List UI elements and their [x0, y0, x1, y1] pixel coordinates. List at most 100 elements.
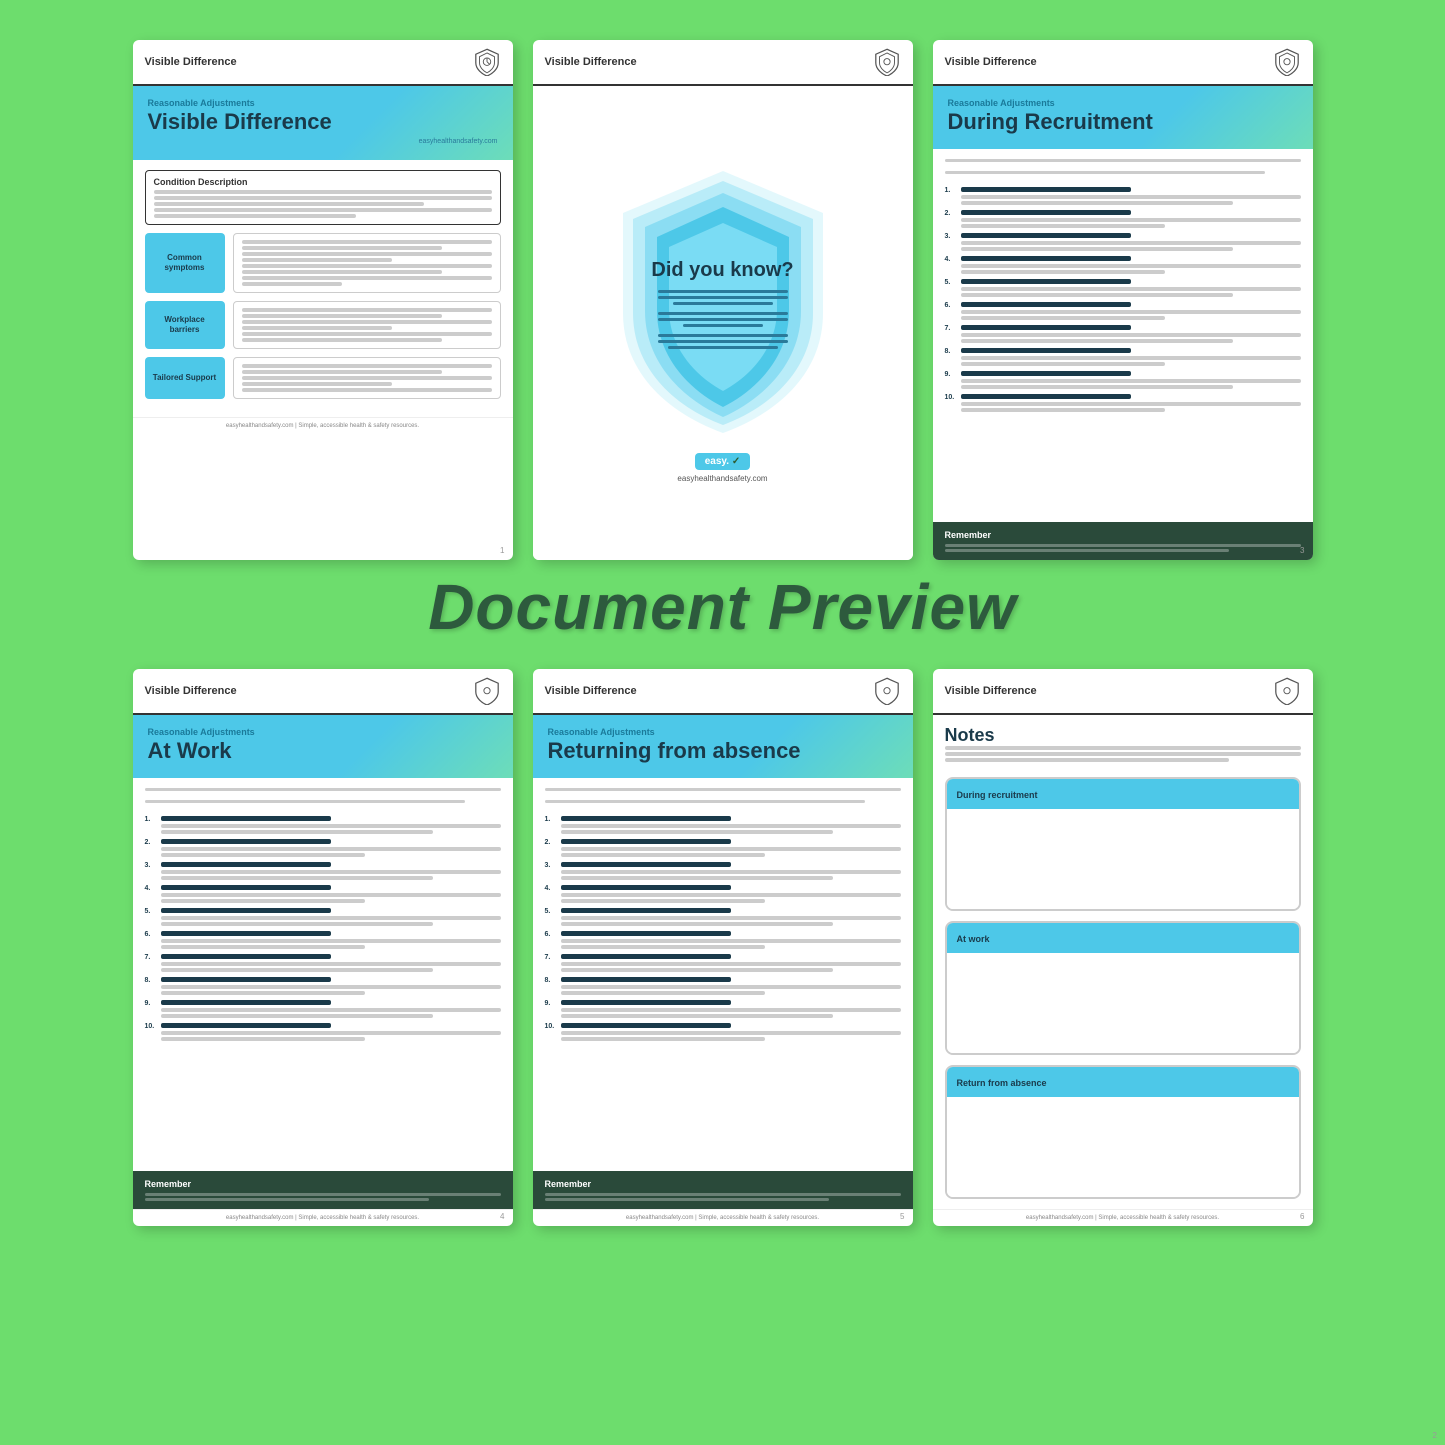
list-title — [161, 885, 331, 890]
list-title — [161, 1000, 331, 1005]
tailored-support-content — [233, 357, 501, 399]
line — [561, 985, 901, 989]
line — [961, 379, 1301, 383]
sub-line — [945, 752, 1301, 756]
page5-footer: easyhealthandsafety.com | Simple, access… — [533, 1209, 913, 1226]
line — [242, 252, 492, 256]
page-3-card[interactable]: Visible Difference Reasonable Adjustment… — [933, 40, 1313, 560]
list-title-5 — [961, 279, 1131, 284]
list-item: 1. — [145, 816, 501, 834]
line — [961, 195, 1301, 199]
page3-body: 1. 2. 3. — [933, 149, 1313, 522]
dyk-line — [683, 324, 763, 327]
page-6-card[interactable]: Visible Difference Notes During recruitm… — [933, 669, 1313, 1226]
list-num: 10. — [545, 1023, 557, 1030]
list-item-3: 3. — [945, 233, 1301, 251]
page1-hero-title: Visible Difference — [148, 110, 498, 134]
line — [161, 968, 433, 972]
dyk-line — [658, 340, 788, 343]
shield-icon-2 — [873, 48, 901, 76]
notes-box-header-return: Return from absence — [947, 1067, 1299, 1097]
line — [561, 1031, 901, 1035]
list-content-3 — [961, 233, 1301, 251]
list-num: 3. — [145, 862, 157, 869]
page3-remember-title: Remember — [945, 530, 1301, 540]
list-title — [561, 839, 731, 844]
page-5-card[interactable]: Visible Difference Reasonable Adjustment… — [533, 669, 913, 1226]
easy-badge: easy. ✓ — [695, 453, 750, 470]
page4-numbered-list: 1. 2. 3. — [145, 788, 501, 1041]
list-content-2 — [961, 210, 1301, 228]
easy-badge-text: easy. — [705, 456, 729, 467]
list-num: 9. — [145, 1000, 157, 1007]
page3-header-title: Visible Difference — [945, 56, 1037, 68]
page-1-card[interactable]: Visible Difference Reasonable Adjustment… — [133, 40, 513, 560]
remember-lines-4 — [145, 1193, 501, 1201]
line — [161, 922, 433, 926]
list-num: 8. — [145, 977, 157, 984]
line — [561, 991, 765, 995]
sub-line — [945, 746, 1301, 750]
list-title-3 — [961, 233, 1131, 238]
workplace-barriers-content — [233, 301, 501, 349]
list-content — [161, 1000, 501, 1018]
line — [242, 326, 392, 330]
line — [161, 830, 433, 834]
page-4-card[interactable]: Visible Difference Reasonable Adjustment… — [133, 669, 513, 1226]
list-item: 7. — [145, 954, 501, 972]
list-content-5 — [961, 279, 1301, 297]
list-item-1: 1. — [945, 187, 1301, 205]
line — [561, 939, 901, 943]
line — [161, 853, 365, 857]
list-num: 10. — [145, 1023, 157, 1030]
list-content — [161, 862, 501, 880]
shield-icon-1 — [473, 48, 501, 76]
notes-section: Notes During recruitment At work — [933, 715, 1313, 1209]
line — [961, 362, 1165, 366]
page1-body: Condition Description Common symptoms — [133, 160, 513, 417]
dyk-main-text: Did you know? — [651, 258, 793, 282]
page1-hero-subtitle: Reasonable Adjustments — [148, 98, 498, 108]
line — [154, 196, 492, 200]
line — [242, 258, 392, 262]
shield-icon-3 — [1273, 48, 1301, 76]
list-item: 5. — [145, 908, 501, 926]
line — [561, 968, 833, 972]
list-title — [561, 908, 731, 913]
line — [161, 962, 501, 966]
list-title-10 — [961, 394, 1131, 399]
notes-box-body-atwork — [947, 953, 1299, 1053]
list-num: 7. — [545, 954, 557, 961]
intro-line — [145, 788, 501, 791]
line — [961, 339, 1233, 343]
easy-checkmark: ✓ — [732, 456, 740, 467]
list-title-8 — [961, 348, 1131, 353]
line — [561, 824, 901, 828]
list-num-1: 1. — [945, 187, 957, 194]
notes-subtitle-lines — [945, 746, 1301, 762]
line — [961, 316, 1165, 320]
dyk-small-lines — [651, 290, 793, 349]
doc-header-2: Visible Difference — [533, 40, 913, 86]
list-content — [161, 1023, 501, 1041]
page5-footer-text: easyhealthandsafety.com | Simple, access… — [545, 1215, 901, 1221]
list-title-9 — [961, 371, 1131, 376]
line — [154, 208, 492, 212]
line — [242, 240, 492, 244]
line — [242, 370, 442, 374]
list-title — [161, 908, 331, 913]
intro-line — [145, 800, 465, 803]
line — [161, 824, 501, 828]
dyk-line — [658, 312, 788, 315]
list-item-8: 8. — [945, 348, 1301, 366]
line — [561, 870, 901, 874]
common-symptoms-content — [233, 233, 501, 293]
line — [242, 364, 492, 368]
list-content-8 — [961, 348, 1301, 366]
list-num: 7. — [145, 954, 157, 961]
list-item: 9. — [145, 1000, 501, 1018]
line — [561, 876, 833, 880]
list-title — [161, 977, 331, 982]
list-title — [161, 1023, 331, 1028]
page-2-card[interactable]: Visible Difference — [533, 40, 913, 560]
